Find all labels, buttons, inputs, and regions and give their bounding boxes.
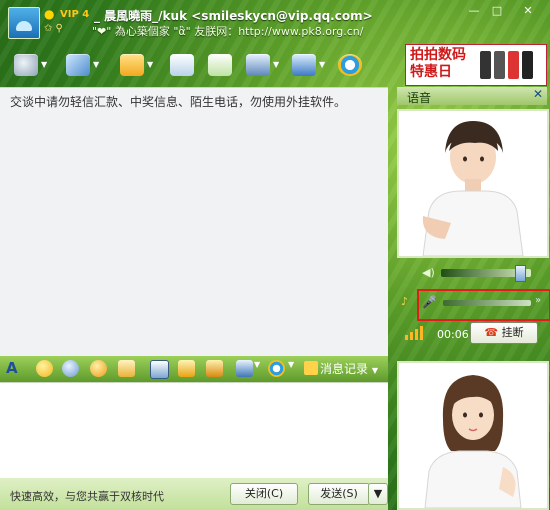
chevron-down-icon[interactable]: ▼ [319,60,325,69]
contact-nickname: _ 晨風曉雨_/kuk <smileskycn@vip.qq.com> [94,9,373,23]
magic-emoticon-icon[interactable] [62,360,79,377]
chevron-down-icon[interactable]: ▼ [41,60,47,69]
maximize-button[interactable]: □ [488,3,506,18]
phone-image [508,51,519,79]
screen-capture-icon[interactable] [236,360,253,377]
scissors-icon[interactable] [206,360,223,377]
phone-image [494,51,505,79]
safe-send-icon[interactable] [268,360,285,377]
qq-penguin-icon: ● [44,7,55,21]
video-call-button[interactable]: ▼ [14,52,52,80]
music-icon[interactable] [178,360,195,377]
hangup-label: 挂断 [501,326,524,339]
chevron-down-icon[interactable]: ▼ [254,360,262,377]
nudge-icon[interactable] [90,360,107,377]
voice-call-icon [66,54,90,76]
chevron-down-icon[interactable]: ▼ [93,60,99,69]
chat-history-area[interactable]: 交谈中请勿轻信汇款、中奖信息、陌生电话，勿使用外挂软件。 [0,87,388,356]
image-icon[interactable] [150,360,169,379]
signal-strength-icon [405,324,429,340]
close-icon[interactable]: ✕ [533,87,543,101]
font-icon[interactable]: A [6,360,23,377]
phone-image [522,51,533,79]
vip-badge: VIP 4 [60,9,90,20]
vibrate-icon[interactable] [118,360,135,377]
voice-panel-title: 语音 [407,91,432,105]
safe-button[interactable] [338,52,376,80]
hangup-button[interactable]: ☎ 挂断 [470,322,538,344]
voice-panel-header: 语音 ✕ [397,87,547,105]
chevron-down-icon[interactable]: ▼ [147,60,153,69]
emoticon-icon[interactable] [36,360,53,377]
send-options-button[interactable]: ▼ [368,483,388,505]
slogan-text: 快速高效，与您共赢于双核时代 [10,490,164,503]
history-label: 消息记录 [320,362,369,376]
create-group-icon [208,54,232,76]
apps-icon [246,54,270,76]
message-input[interactable] [0,382,388,479]
microphone-volume-control[interactable]: 🎤 » [417,289,550,321]
self-video-avatar [397,361,549,510]
message-history-button[interactable]: 消息记录 ▼ [304,360,384,378]
chevron-down-icon[interactable]: ▼ [273,60,279,69]
qq-chat-window: ● VIP 4 ✩ ⚲ _ 晨風曉雨_/kuk <smileskycn@vip.… [0,0,550,510]
send-button[interactable]: 发送(S) [308,483,370,505]
send-email-icon [170,54,194,76]
apps-button[interactable]: ▼ [246,52,284,80]
voice-call-button[interactable]: ▼ [66,52,104,80]
ad-text: 拍拍数码 特惠日 [410,47,466,80]
speaker-volume-thumb[interactable] [515,265,526,282]
create-group-button[interactable] [208,52,246,80]
contact-signature: "❤" 為心築個家 "ἂ" 友朕网：http://www.pk8.org.cn/ [92,25,364,38]
call-timer: 00:06 [437,328,469,341]
settings-icon [292,54,316,76]
close-button[interactable]: 关闭(C) [230,483,298,505]
more-options-icon[interactable]: » [535,295,541,306]
hangup-icon: ☎ [484,326,499,339]
microphone-icon[interactable]: 🎤 [422,295,437,309]
speaker-icon[interactable]: ◀) [422,266,435,279]
phone-image [480,51,491,79]
male-avatar-figure [399,111,547,257]
security-notice: 交谈中请勿轻信汇款、中奖信息、陌生电话，勿使用外挂软件。 [10,95,347,109]
safe-icon [338,54,362,76]
settings-button[interactable]: ▼ [292,52,330,80]
history-icon [304,361,318,375]
video-call-icon [14,54,38,76]
chevron-down-icon[interactable]: ▼ [372,366,378,375]
close-window-button[interactable]: ✕ [512,3,544,18]
status-icons: ✩ ⚲ [44,23,63,34]
microphone-volume-bar[interactable] [443,300,531,306]
contact-avatar[interactable] [8,7,40,39]
contact-video-avatar [397,109,549,258]
send-file-button[interactable]: ▼ [120,52,158,80]
voice-settings-icon[interactable]: ♪ [401,295,408,308]
chat-toolbar: A ▼ ▼ 消息记录 ▼ [0,356,388,382]
ad-banner[interactable]: 拍拍数码 特惠日 [405,44,547,86]
send-email-button[interactable] [170,52,208,80]
chevron-down-icon[interactable]: ▼ [288,360,296,377]
minimize-button[interactable]: — [465,3,483,18]
send-file-icon [120,54,144,76]
female-avatar-figure [399,363,547,509]
bottom-bar: 快速高效，与您共赢于双核时代 关闭(C) 发送(S) ▼ [0,478,388,510]
